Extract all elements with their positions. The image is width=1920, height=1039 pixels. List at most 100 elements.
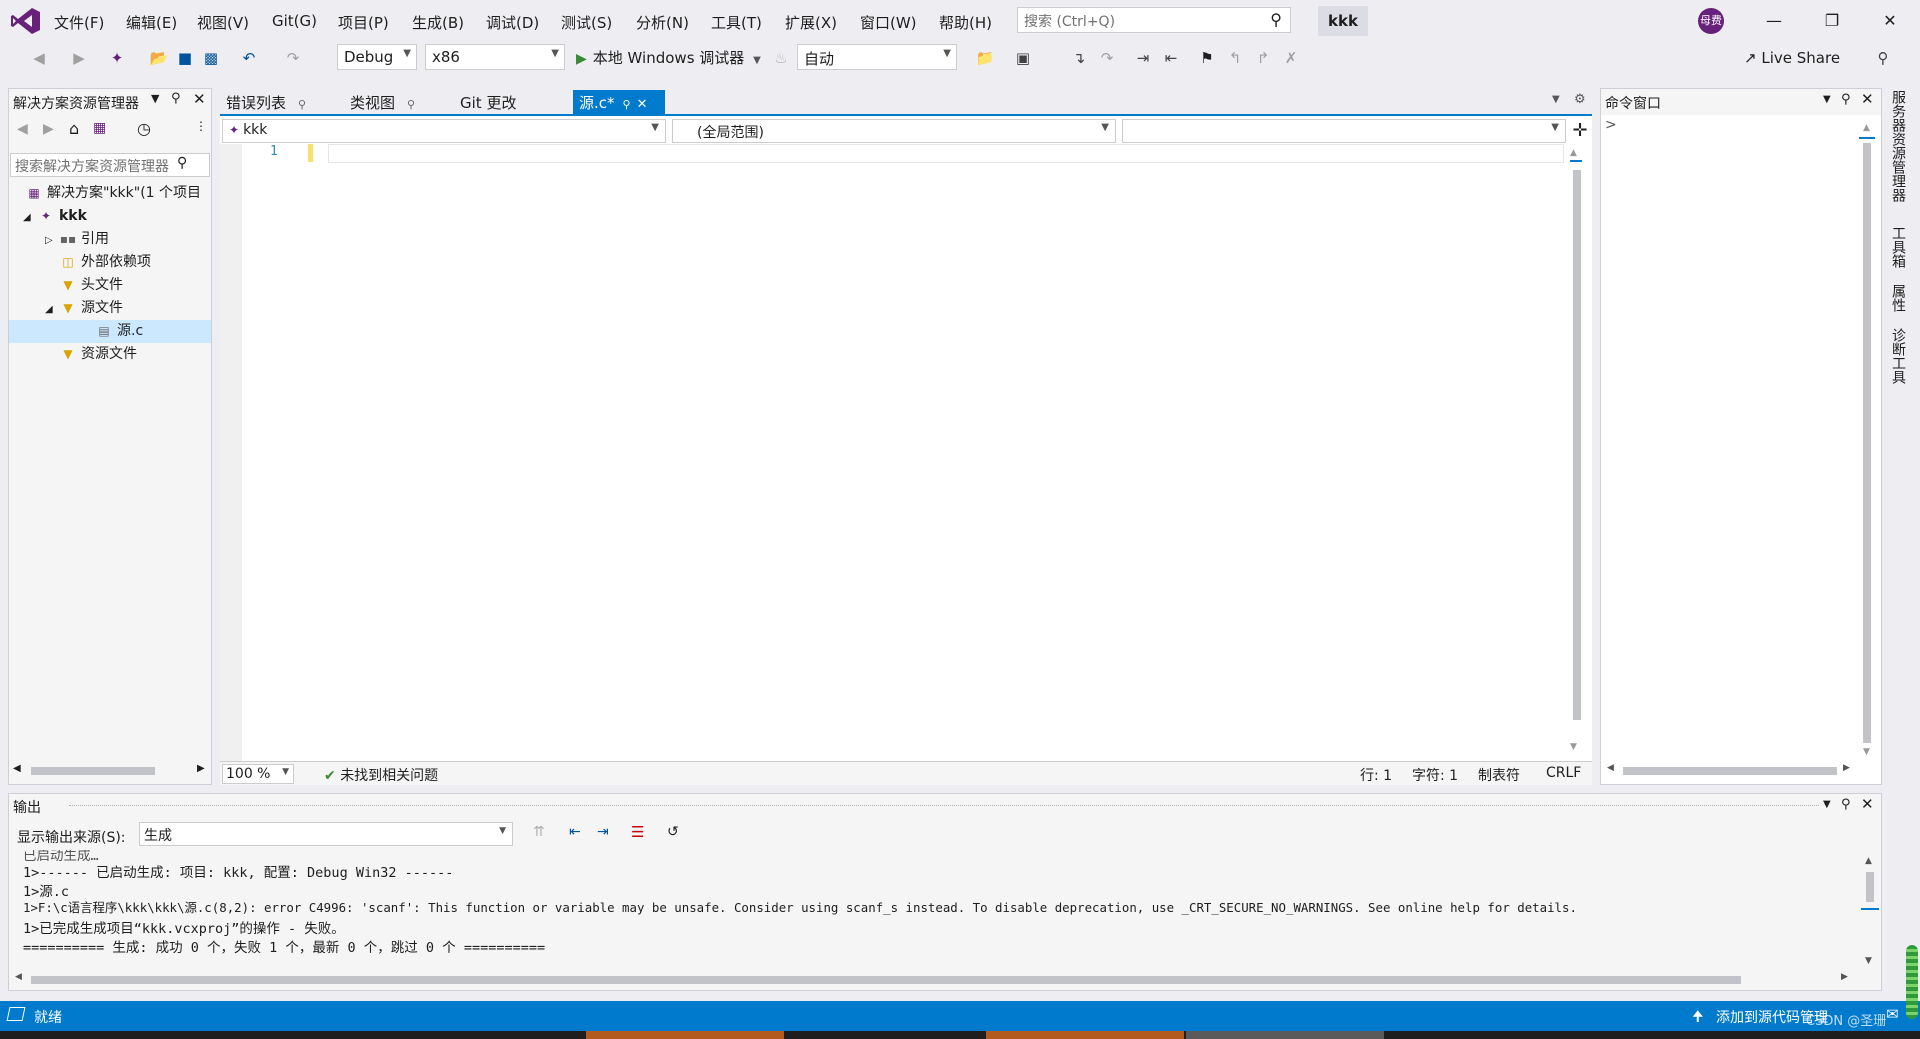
notifications-icon[interactable]: ✉ bbox=[1886, 1005, 1899, 1023]
open-file-icon[interactable]: 📂 bbox=[148, 47, 170, 69]
menu-view[interactable]: 视图(V) bbox=[197, 12, 249, 33]
close-icon[interactable]: ✕ bbox=[1861, 90, 1874, 108]
zoom-select[interactable]: 100 % ▼ bbox=[222, 764, 294, 784]
editor-vertical-scrollbar[interactable] bbox=[1573, 170, 1581, 720]
scroll-up-icon[interactable]: ▲ bbox=[1863, 123, 1870, 133]
menu-git[interactable]: Git(G) bbox=[272, 12, 317, 30]
navigate-back-icon[interactable]: ◀ bbox=[28, 47, 50, 69]
pin-icon[interactable]: ⚲ bbox=[171, 91, 181, 106]
close-icon[interactable]: ✕ bbox=[1861, 795, 1874, 813]
clear-bookmarks-icon[interactable]: ✗ bbox=[1280, 47, 1302, 69]
pin-icon[interactable]: ⚲ bbox=[1841, 92, 1851, 107]
scroll-right-icon[interactable]: ▶ bbox=[197, 763, 205, 774]
scroll-right-icon[interactable]: ▶ bbox=[1841, 972, 1848, 982]
line-indicator[interactable]: 行: 1 bbox=[1360, 765, 1392, 785]
menu-build[interactable]: 生成(B) bbox=[412, 12, 464, 33]
avatar[interactable]: 母费 bbox=[1698, 8, 1724, 34]
restore-button[interactable]: ❐ bbox=[1812, 8, 1852, 34]
start-debugger-button[interactable]: ▶ 本地 Windows 调试器 ▼ bbox=[576, 47, 761, 68]
scroll-left-icon[interactable]: ◀ bbox=[15, 972, 22, 982]
close-icon[interactable]: ✕ bbox=[637, 97, 648, 112]
tab-error-list[interactable]: 错误列表 ⚲ bbox=[220, 90, 312, 114]
gear-icon[interactable]: ⚙ bbox=[1574, 92, 1586, 107]
scroll-left-icon[interactable]: ◀ bbox=[1607, 763, 1614, 773]
menu-analyze[interactable]: 分析(N) bbox=[636, 12, 689, 33]
taskbar-item[interactable] bbox=[1186, 1031, 1384, 1039]
scroll-right-icon[interactable]: ▶ bbox=[1843, 763, 1850, 773]
menu-project[interactable]: 项目(P) bbox=[338, 12, 389, 33]
scroll-down-icon[interactable]: ▼ bbox=[1865, 956, 1872, 966]
tree-item-references[interactable]: ▷ ▪▪ 引用 bbox=[9, 228, 211, 251]
close-icon[interactable]: ✕ bbox=[193, 90, 206, 108]
configuration-select[interactable]: Debug ▼ bbox=[337, 44, 417, 70]
redo-icon[interactable]: ↷ bbox=[282, 47, 304, 69]
solution-name-badge[interactable]: kkk bbox=[1318, 6, 1368, 36]
screenshot-icon[interactable]: ▣ bbox=[1012, 47, 1034, 69]
tree-item-source-files[interactable]: ◢ ▼ 源文件 bbox=[9, 297, 211, 320]
navigate-forward-icon[interactable]: ▶ bbox=[68, 47, 90, 69]
feedback-icon[interactable]: ⚲ bbox=[1872, 47, 1894, 69]
save-icon[interactable]: ■ bbox=[174, 47, 196, 69]
menu-window[interactable]: 窗口(W) bbox=[860, 12, 917, 33]
char-indicator[interactable]: 字符: 1 bbox=[1412, 765, 1458, 785]
history-icon[interactable]: ◷ bbox=[137, 119, 151, 138]
menu-file[interactable]: 文件(F) bbox=[54, 12, 104, 33]
outdent-icon[interactable]: ⇤ bbox=[1160, 47, 1182, 69]
folder-browse-icon[interactable]: 📁 bbox=[974, 47, 996, 69]
tree-item-source-c[interactable]: ▤ 源.c bbox=[9, 320, 211, 343]
tab-class-view[interactable]: 类视图 ⚲ bbox=[344, 90, 421, 114]
side-tab-properties[interactable]: 属性 bbox=[1890, 284, 1908, 312]
minimize-button[interactable]: — bbox=[1754, 8, 1794, 34]
command-horizontal-scrollbar[interactable] bbox=[1623, 767, 1837, 775]
output-horizontal-scrollbar[interactable] bbox=[31, 976, 1741, 984]
menu-help[interactable]: 帮助(H) bbox=[939, 12, 992, 33]
next-bookmark-icon[interactable]: ↱ bbox=[1252, 47, 1274, 69]
search-input[interactable]: 搜索 (Ctrl+Q) ⚲ bbox=[1017, 7, 1291, 33]
bookmark-icon[interactable]: ⚑ bbox=[1196, 47, 1218, 69]
tabs-indicator[interactable]: 制表符 bbox=[1478, 765, 1520, 785]
prev-message-icon[interactable]: ⇤ bbox=[569, 824, 581, 840]
scroll-left-icon[interactable]: ◀ bbox=[13, 763, 21, 774]
menu-tools[interactable]: 工具(T) bbox=[711, 12, 762, 33]
menu-extensions[interactable]: 扩展(X) bbox=[785, 12, 837, 33]
next-message-icon[interactable]: ⇥ bbox=[597, 824, 609, 840]
step-into-icon[interactable]: ↴ bbox=[1068, 47, 1090, 69]
tree-item-external-deps[interactable]: ◫ 外部依赖项 bbox=[9, 251, 211, 274]
code-line[interactable] bbox=[328, 144, 1564, 163]
side-tab-server-explorer[interactable]: 服务器资源管理器 bbox=[1890, 90, 1908, 202]
expanded-arrow-icon[interactable]: ◢ bbox=[45, 298, 59, 321]
pin-icon[interactable]: ⚲ bbox=[298, 98, 306, 111]
pin-icon[interactable]: ⚲ bbox=[1841, 797, 1851, 812]
tab-overflow-icon[interactable]: ▼ bbox=[1552, 94, 1560, 105]
hot-reload-icon[interactable]: ♨ bbox=[770, 47, 792, 69]
clear-all-icon[interactable]: ☰ bbox=[631, 823, 644, 841]
close-window-button[interactable]: ✕ bbox=[1870, 8, 1910, 34]
menu-edit[interactable]: 编辑(E) bbox=[126, 12, 177, 33]
live-share-button[interactable]: ↗ Live Share bbox=[1744, 49, 1840, 67]
side-tab-diagnostics[interactable]: 诊断工具 bbox=[1890, 328, 1908, 384]
chevron-down-icon[interactable]: ▼ bbox=[1823, 799, 1831, 810]
output-vertical-scrollbar[interactable] bbox=[1866, 872, 1874, 902]
mode-select[interactable]: 自动 ▼ bbox=[797, 44, 957, 70]
home-icon[interactable]: ⌂ bbox=[69, 119, 79, 138]
tree-item-solution[interactable]: ▦ 解决方案"kkk"(1 个项目 bbox=[9, 182, 211, 205]
chevron-down-icon[interactable]: ▼ bbox=[1823, 94, 1831, 105]
menu-debug[interactable]: 调试(D) bbox=[486, 12, 539, 33]
undo-icon[interactable]: ↶ bbox=[238, 47, 260, 69]
member-nav-dropdown[interactable]: ▼ bbox=[1122, 119, 1566, 143]
chevron-down-icon[interactable]: ▼ bbox=[151, 92, 159, 105]
step-over-icon[interactable]: ↷ bbox=[1096, 47, 1118, 69]
tree-item-resource-files[interactable]: ▼ 资源文件 bbox=[9, 343, 211, 366]
taskbar-item[interactable] bbox=[586, 1031, 784, 1039]
tab-source-c[interactable]: 源.c* ⚲ ✕ bbox=[573, 90, 665, 114]
command-prompt[interactable]: > bbox=[1605, 117, 1617, 133]
back-icon[interactable]: ◀ bbox=[17, 121, 28, 137]
tree-item-project[interactable]: ◢ ✦ kkk bbox=[9, 205, 211, 228]
more-icon[interactable]: ⋮ bbox=[195, 119, 207, 133]
platform-select[interactable]: x86 ▼ bbox=[425, 44, 565, 70]
eol-indicator[interactable]: CRLF bbox=[1546, 765, 1581, 781]
issues-indicator[interactable]: ✔ 未找到相关问题 bbox=[324, 765, 438, 785]
forward-icon[interactable]: ▶ bbox=[43, 121, 54, 137]
prev-bookmark-icon[interactable]: ↰ bbox=[1224, 47, 1246, 69]
new-project-icon[interactable]: ✦ bbox=[106, 47, 128, 69]
